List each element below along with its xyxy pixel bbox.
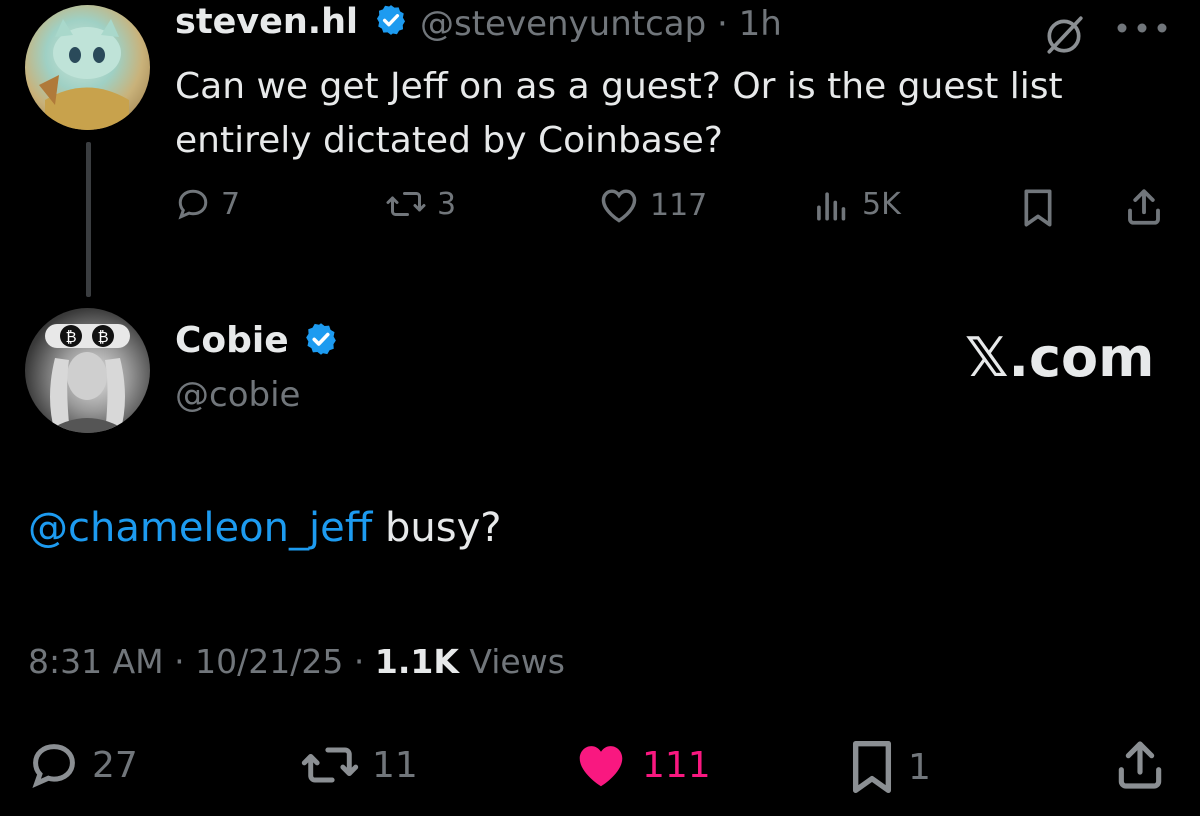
repost-icon — [301, 747, 359, 783]
more-icon[interactable] — [1115, 22, 1169, 34]
svg-text:₿: ₿ — [97, 328, 108, 346]
repost-icon — [386, 192, 426, 216]
main-tweet-body: busy? — [372, 505, 502, 551]
main-action-bar: 27 11 111 1 — [0, 735, 1200, 795]
views-icon — [817, 192, 846, 221]
bookmark-icon[interactable] — [1020, 188, 1056, 228]
parent-repost-button[interactable]: 3 — [385, 186, 456, 222]
tweet-time[interactable]: 8:31 AM — [28, 642, 164, 681]
main-handle[interactable]: @cobie — [175, 375, 300, 415]
parent-like-button[interactable]: 117 — [598, 186, 707, 224]
parent-handle-time: @stevenyuntcap · 1h — [420, 4, 782, 44]
reply-icon — [32, 744, 75, 789]
parent-timestamp[interactable]: 1h — [739, 4, 782, 44]
separator-dot: · — [717, 4, 728, 44]
verified-icon — [377, 5, 406, 35]
main-bookmark-count: 1 — [908, 746, 931, 788]
parent-repost-count: 3 — [437, 186, 457, 222]
views-label: Views — [469, 642, 565, 681]
bookmark-icon — [852, 740, 892, 794]
parent-views-count: 5K — [862, 186, 901, 222]
avatar-cobie[interactable]: ₿ ₿ — [25, 308, 150, 433]
x-com-watermark: 𝕏.com — [965, 326, 1155, 389]
reply-icon — [178, 189, 208, 220]
main-tweet-text: @chameleon_jeff busy? — [28, 505, 501, 551]
main-like-button[interactable]: 111 — [572, 739, 711, 791]
parent-display-name[interactable]: steven.hl — [175, 2, 358, 42]
share-icon[interactable] — [1112, 737, 1168, 793]
parent-tweet-text: Can we get Jeff on as a guest? Or is the… — [175, 66, 1063, 161]
main-reply-button[interactable]: 27 — [28, 739, 138, 791]
separator-dot: · — [174, 642, 185, 681]
parent-handle[interactable]: @stevenyuntcap — [420, 4, 706, 44]
parent-reply-count: 7 — [221, 186, 241, 222]
main-display-name[interactable]: Cobie — [175, 320, 289, 361]
parent-author-name[interactable]: steven.hl — [175, 2, 408, 42]
mention-link[interactable]: @chameleon_jeff — [28, 505, 372, 551]
verified-icon — [306, 323, 337, 355]
main-repost-button[interactable]: 11 — [300, 739, 418, 791]
parent-like-count: 117 — [650, 187, 708, 223]
like-icon — [601, 189, 637, 223]
avatar-steven[interactable] — [25, 5, 150, 130]
views-count: 1.1K — [374, 642, 459, 681]
share-icon[interactable] — [1123, 186, 1165, 228]
main-reply-count: 27 — [92, 744, 138, 786]
tweet-date[interactable]: 10/21/25 — [195, 642, 343, 681]
svg-text:₿: ₿ — [65, 328, 76, 346]
main-like-count: 111 — [642, 744, 711, 786]
like-icon — [579, 746, 623, 787]
main-repost-count: 11 — [372, 744, 418, 786]
parent-action-bar: 7 3 117 5K — [0, 180, 1200, 234]
separator-dot: · — [353, 642, 365, 681]
parent-views-button[interactable]: 5K — [812, 186, 901, 222]
tweet-metadata: 8:31 AM · 10/21/25 · 1.1K Views — [28, 642, 565, 681]
main-author-name[interactable]: Cobie — [175, 320, 339, 361]
main-bookmark-button[interactable]: 1 — [848, 739, 931, 795]
grok-icon[interactable] — [1043, 14, 1085, 56]
parent-reply-button[interactable]: 7 — [175, 186, 240, 222]
